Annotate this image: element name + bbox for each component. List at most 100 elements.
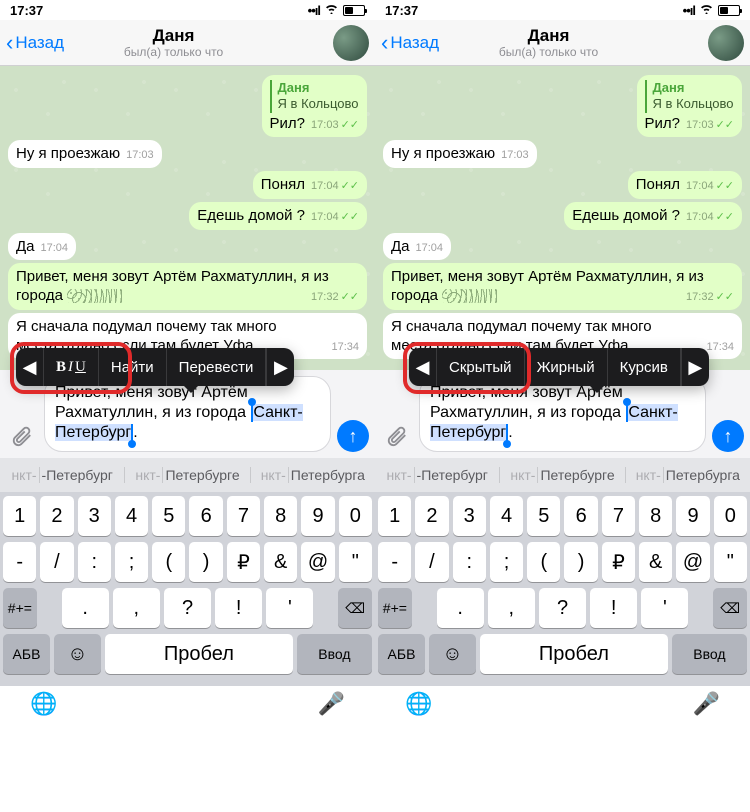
key[interactable]: @ [676, 542, 709, 582]
send-button[interactable]: ↑ [712, 420, 744, 452]
chat-scroll[interactable]: Даня Я в Кольцово Рил? 17:03✓✓ Ну я прое… [375, 66, 750, 370]
key[interactable]: 7 [227, 496, 260, 536]
globe-icon[interactable]: 🌐 [405, 691, 432, 717]
key[interactable]: 6 [189, 496, 222, 536]
menu-next-icon[interactable]: ▶ [681, 348, 709, 386]
key[interactable]: - [378, 542, 411, 582]
key[interactable]: 1 [3, 496, 36, 536]
mic-icon[interactable]: 🎤 [693, 691, 720, 717]
key[interactable]: 0 [714, 496, 747, 536]
key[interactable]: 3 [453, 496, 486, 536]
key[interactable]: : [453, 542, 486, 582]
key[interactable]: 4 [490, 496, 523, 536]
key[interactable]: ₽ [602, 542, 635, 582]
key[interactable]: ' [641, 588, 688, 628]
message-input[interactable]: Привет, меня зовут Артём Рахматуллин, я … [419, 376, 706, 452]
shift-key[interactable]: #+= [3, 588, 37, 628]
space-key[interactable]: Пробел [105, 634, 293, 674]
key[interactable]: 5 [527, 496, 560, 536]
message-out[interactable]: Едешь домой ? 17:04✓✓ [564, 202, 742, 230]
key[interactable]: / [415, 542, 448, 582]
enter-key[interactable]: Ввод [297, 634, 372, 674]
key[interactable]: 0 [339, 496, 372, 536]
menu-prev-icon[interactable]: ◀ [409, 348, 437, 386]
key[interactable]: 9 [301, 496, 334, 536]
mic-icon[interactable]: 🎤 [318, 691, 345, 717]
key[interactable]: 2 [415, 496, 448, 536]
suggestion[interactable]: нкт-Петербурга [251, 467, 375, 483]
format-spoiler-button[interactable]: Скрытый [437, 348, 525, 386]
space-key[interactable]: Пробел [480, 634, 668, 674]
message-in[interactable]: Да 17:04 [383, 233, 451, 261]
key[interactable]: , [488, 588, 535, 628]
suggestion[interactable]: нкт--Петербург [375, 467, 500, 483]
key[interactable]: ? [164, 588, 211, 628]
attach-button[interactable] [6, 420, 38, 452]
emoji-key[interactable]: ☺ [54, 634, 101, 674]
abc-key[interactable]: АБВ [378, 634, 425, 674]
key[interactable]: 6 [564, 496, 597, 536]
message-out[interactable]: Даня Я в Кольцово Рил? 17:03✓✓ [637, 75, 742, 137]
message-out[interactable]: Понял 17:04✓✓ [628, 171, 742, 199]
key[interactable]: & [264, 542, 297, 582]
key[interactable]: ; [115, 542, 148, 582]
key[interactable]: / [40, 542, 73, 582]
key[interactable]: ; [490, 542, 523, 582]
key[interactable]: . [62, 588, 109, 628]
key[interactable]: ) [189, 542, 222, 582]
backspace-key[interactable]: ⌫ [338, 588, 372, 628]
key[interactable]: 9 [676, 496, 709, 536]
send-button[interactable]: ↑ [337, 420, 369, 452]
key[interactable]: ₽ [227, 542, 260, 582]
chat-title[interactable]: Даня был(а) только что [389, 26, 708, 59]
format-biu-button[interactable]: BIU [44, 348, 99, 386]
key[interactable]: : [78, 542, 111, 582]
key[interactable]: ) [564, 542, 597, 582]
emoji-key[interactable]: ☺ [429, 634, 476, 674]
message-out[interactable]: Едешь домой ? 17:04✓✓ [189, 202, 367, 230]
shift-key[interactable]: #+= [378, 588, 412, 628]
message-out[interactable]: Привет, меня зовут Артём Рахматуллин, я … [8, 263, 367, 310]
chat-title[interactable]: Даня был(а) только что [14, 26, 333, 59]
key[interactable]: ? [539, 588, 586, 628]
format-bold-button[interactable]: Жирный [525, 348, 608, 386]
spoiler-text[interactable] [67, 289, 123, 303]
suggestion[interactable]: нкт-Петербурге [500, 467, 625, 483]
message-out[interactable]: Понял 17:04✓✓ [253, 171, 367, 199]
suggestion[interactable]: нкт-Петербурга [626, 467, 750, 483]
key[interactable]: . [437, 588, 484, 628]
suggestion[interactable]: нкт--Петербург [0, 467, 125, 483]
key[interactable]: @ [301, 542, 334, 582]
enter-key[interactable]: Ввод [672, 634, 747, 674]
key[interactable]: 4 [115, 496, 148, 536]
message-out[interactable]: Даня Я в Кольцово Рил? 17:03✓✓ [262, 75, 367, 137]
key[interactable]: 8 [264, 496, 297, 536]
abc-key[interactable]: АБВ [3, 634, 50, 674]
message-in[interactable]: Ну я проезжаю 17:03 [383, 140, 537, 168]
suggestion[interactable]: нкт-Петербурге [125, 467, 250, 483]
menu-prev-icon[interactable]: ◀ [16, 348, 44, 386]
avatar[interactable] [708, 25, 744, 61]
chat-scroll[interactable]: Даня Я в Кольцово Рил? 17:03✓✓ Ну я прое… [0, 66, 375, 370]
avatar[interactable] [333, 25, 369, 61]
key[interactable]: ( [527, 542, 560, 582]
message-in[interactable]: Да 17:04 [8, 233, 76, 261]
key[interactable]: " [339, 542, 372, 582]
key[interactable]: " [714, 542, 747, 582]
key[interactable]: ' [266, 588, 313, 628]
key[interactable]: , [113, 588, 160, 628]
key[interactable]: - [3, 542, 36, 582]
backspace-key[interactable]: ⌫ [713, 588, 747, 628]
attach-button[interactable] [381, 420, 413, 452]
message-out[interactable]: Привет, меня зовут Артём Рахматуллин, я … [383, 263, 742, 310]
key[interactable]: 7 [602, 496, 635, 536]
key[interactable]: 2 [40, 496, 73, 536]
key[interactable]: & [639, 542, 672, 582]
format-italic-button[interactable]: Курсив [608, 348, 681, 386]
find-button[interactable]: Найти [99, 348, 167, 386]
key[interactable]: 3 [78, 496, 111, 536]
key[interactable]: ! [215, 588, 262, 628]
globe-icon[interactable]: 🌐 [30, 691, 57, 717]
key[interactable]: 5 [152, 496, 185, 536]
key[interactable]: ( [152, 542, 185, 582]
